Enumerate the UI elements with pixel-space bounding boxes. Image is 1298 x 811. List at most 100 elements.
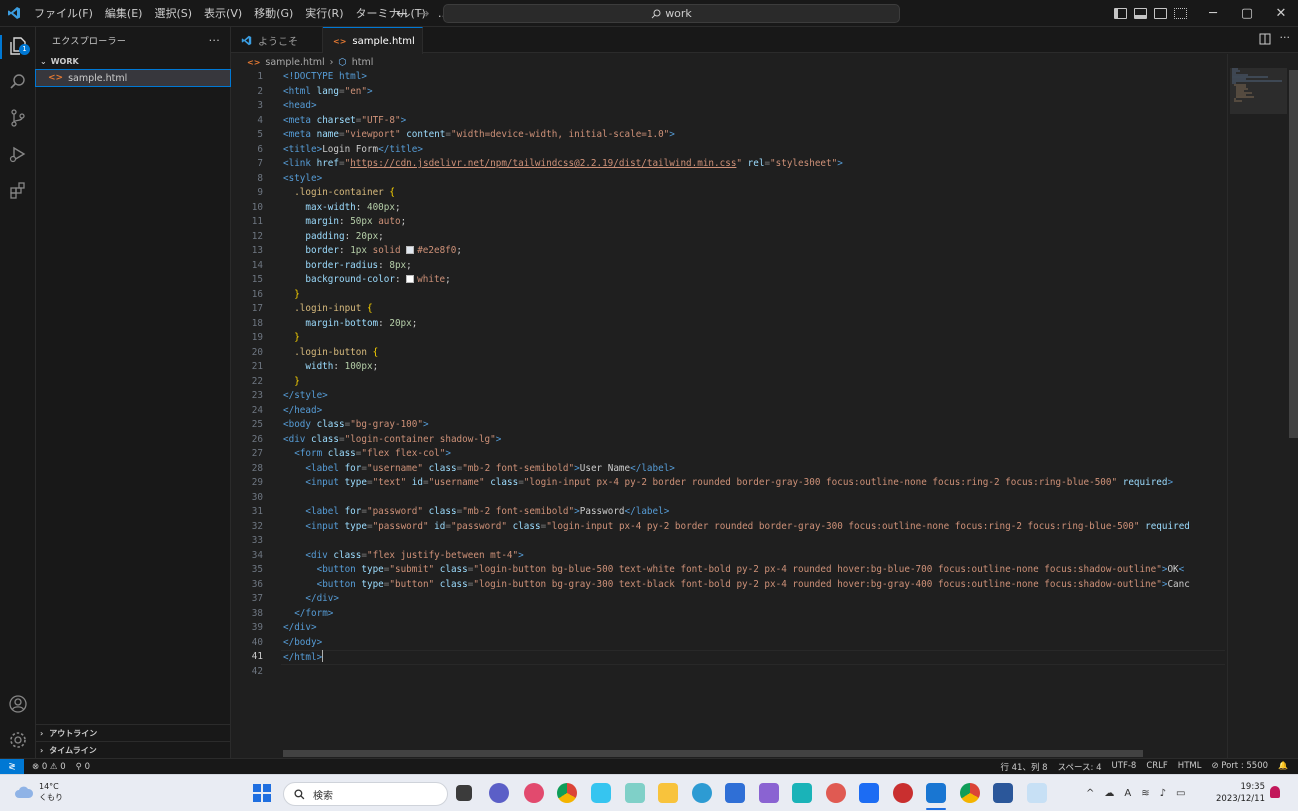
code-line[interactable]: 9 .login-container { bbox=[231, 186, 1227, 201]
code-line[interactable]: 34 <div class="flex justify-between mt-4… bbox=[231, 549, 1227, 564]
battery-icon[interactable]: ▭ bbox=[1176, 788, 1185, 799]
toggle-sidebar-icon[interactable] bbox=[1114, 8, 1127, 19]
run-debug-icon[interactable] bbox=[7, 143, 29, 165]
menu-edit[interactable]: 編集(E) bbox=[99, 0, 149, 27]
code-line[interactable]: 24 </head> bbox=[231, 404, 1227, 419]
code-line[interactable]: 16 } bbox=[231, 288, 1227, 303]
ports-count[interactable]: ⚲ 0 bbox=[76, 762, 90, 772]
app-icon[interactable] bbox=[524, 783, 544, 803]
code-line[interactable]: 23 </style> bbox=[231, 389, 1227, 404]
chrome-icon[interactable] bbox=[557, 783, 577, 803]
editor-more-icon[interactable]: ··· bbox=[1280, 31, 1291, 44]
weather-widget[interactable]: 14°C くもり bbox=[14, 781, 63, 803]
code-line[interactable]: 42 bbox=[231, 665, 1227, 680]
chrome-icon[interactable] bbox=[960, 783, 980, 803]
menu-run[interactable]: 実行(R) bbox=[299, 0, 349, 27]
search-view-icon[interactable] bbox=[7, 71, 29, 93]
code-line[interactable]: 21 width: 100px; bbox=[231, 360, 1227, 375]
code-line[interactable]: 31 <label for="password" class="mb-2 fon… bbox=[231, 505, 1227, 520]
notification-bell-icon[interactable] bbox=[1270, 786, 1280, 798]
code-line[interactable]: 25 <body class="bg-gray-100"> bbox=[231, 418, 1227, 433]
code-line[interactable]: 22 } bbox=[231, 375, 1227, 390]
menu-file[interactable]: ファイル(F) bbox=[28, 0, 99, 27]
code-line[interactable]: 3 <head> bbox=[231, 99, 1227, 114]
code-line[interactable]: 8 <style> bbox=[231, 172, 1227, 187]
extensions-icon[interactable] bbox=[7, 179, 29, 201]
start-button-icon[interactable] bbox=[253, 784, 271, 802]
customize-layout-icon[interactable] bbox=[1174, 8, 1187, 19]
app-icon[interactable] bbox=[792, 783, 812, 803]
code-line[interactable]: 37 </div> bbox=[231, 592, 1227, 607]
code-line[interactable]: 5 <meta name="viewport" content="width=de… bbox=[231, 128, 1227, 143]
tab-welcome[interactable]: ようこそ bbox=[231, 27, 323, 53]
vscode-taskbar-icon[interactable] bbox=[926, 783, 946, 803]
minimap-slider[interactable] bbox=[1230, 68, 1287, 114]
toggle-secondary-sidebar-icon[interactable] bbox=[1154, 8, 1167, 19]
speaker-icon[interactable]: ♪ bbox=[1160, 788, 1166, 799]
end-of-line[interactable]: CRLF bbox=[1146, 761, 1167, 773]
breadcrumb-node[interactable]: html bbox=[352, 57, 374, 68]
more-actions-icon[interactable]: ··· bbox=[209, 34, 220, 47]
app-icon[interactable] bbox=[826, 783, 846, 803]
menu-view[interactable]: 表示(V) bbox=[198, 0, 248, 27]
wifi-icon[interactable]: ≋ bbox=[1141, 788, 1149, 799]
app-icon[interactable] bbox=[893, 783, 913, 803]
code-line[interactable]: 1 <!DOCTYPE html> bbox=[231, 70, 1227, 85]
taskbar-search[interactable]: 検索 bbox=[283, 782, 448, 806]
code-line[interactable]: 38 </form> bbox=[231, 607, 1227, 622]
code-line[interactable]: 7 <link href="https://cdn.jsdelivr.net/np… bbox=[231, 157, 1227, 172]
chevron-up-icon[interactable]: ^ bbox=[1086, 788, 1094, 799]
indentation[interactable]: スペース: 4 bbox=[1058, 761, 1102, 773]
code-line[interactable]: 12 padding: 20px; bbox=[231, 230, 1227, 245]
dropbox-icon[interactable] bbox=[859, 783, 879, 803]
workspace-folder[interactable]: ⌄ WORK bbox=[36, 53, 230, 70]
code-line[interactable]: 6 <title>Login Form</title> bbox=[231, 143, 1227, 158]
code-line[interactable]: 28 <label for="username" class="mb-2 fon… bbox=[231, 462, 1227, 477]
split-editor-icon[interactable] bbox=[1259, 33, 1271, 48]
live-server-port[interactable]: ⊘ Port : 5500 bbox=[1211, 761, 1268, 773]
language-mode[interactable]: HTML bbox=[1178, 761, 1202, 773]
code-line[interactable]: 4 <meta charset="UTF-8"> bbox=[231, 114, 1227, 129]
code-line[interactable]: 39 </div> bbox=[231, 621, 1227, 636]
source-control-icon[interactable] bbox=[7, 107, 29, 129]
code-line[interactable]: 26 <div class="login-container shadow-lg"… bbox=[231, 433, 1227, 448]
app-icon[interactable] bbox=[1027, 783, 1047, 803]
store-icon[interactable] bbox=[725, 783, 745, 803]
app-icon[interactable] bbox=[759, 783, 779, 803]
toggle-panel-icon[interactable] bbox=[1134, 8, 1147, 19]
account-icon[interactable] bbox=[7, 693, 29, 715]
code-line[interactable]: 41 </html> bbox=[231, 650, 1227, 665]
close-button[interactable]: ✕ bbox=[1264, 0, 1298, 27]
code-line[interactable]: 30 bbox=[231, 491, 1227, 506]
code-line[interactable]: 14 border-radius: 8px; bbox=[231, 259, 1227, 274]
word-icon[interactable] bbox=[993, 783, 1013, 803]
back-arrow-icon[interactable]: ← bbox=[396, 6, 408, 22]
color-swatch[interactable] bbox=[406, 275, 415, 283]
code-line[interactable]: 29 <input type="text" id="username" clas… bbox=[231, 476, 1227, 491]
onedrive-icon[interactable]: ☁ bbox=[1104, 788, 1114, 799]
command-center-search[interactable]: work bbox=[443, 4, 900, 23]
minimap[interactable] bbox=[1227, 54, 1287, 758]
code-line[interactable]: 33 bbox=[231, 534, 1227, 549]
code-line[interactable]: 17 .login-input { bbox=[231, 302, 1227, 317]
code-line[interactable]: 40 </body> bbox=[231, 636, 1227, 651]
tab-sample-html[interactable]: <> sample.html bbox=[323, 27, 423, 54]
encoding[interactable]: UTF-8 bbox=[1112, 761, 1137, 773]
code-line[interactable]: 32 <input type="password" id="password" … bbox=[231, 520, 1227, 535]
timeline-section[interactable]: › タイムライン bbox=[36, 741, 231, 758]
task-view-icon[interactable] bbox=[456, 785, 472, 801]
ime-icon[interactable]: A bbox=[1124, 788, 1131, 799]
cursor-position[interactable]: 行 41、列 8 bbox=[1000, 761, 1047, 773]
edge-icon[interactable] bbox=[692, 783, 712, 803]
menu-go[interactable]: 移動(G) bbox=[248, 0, 299, 27]
maximize-button[interactable]: ▢ bbox=[1230, 0, 1264, 27]
problems-count[interactable]: ⊗ 0 ⚠ 0 bbox=[32, 762, 66, 772]
code-line[interactable]: 2 <html lang="en"> bbox=[231, 85, 1227, 100]
forward-arrow-icon[interactable]: → bbox=[418, 6, 430, 22]
file-item-sample-html[interactable]: <> sample.html bbox=[35, 69, 231, 87]
code-line[interactable]: 15 background-color: white; bbox=[231, 273, 1227, 288]
settings-gear-icon[interactable] bbox=[7, 729, 29, 751]
code-line[interactable]: 19 } bbox=[231, 331, 1227, 346]
clock[interactable]: 19:35 2023/12/11 bbox=[1216, 781, 1265, 805]
breadcrumb-file[interactable]: sample.html bbox=[265, 57, 324, 68]
